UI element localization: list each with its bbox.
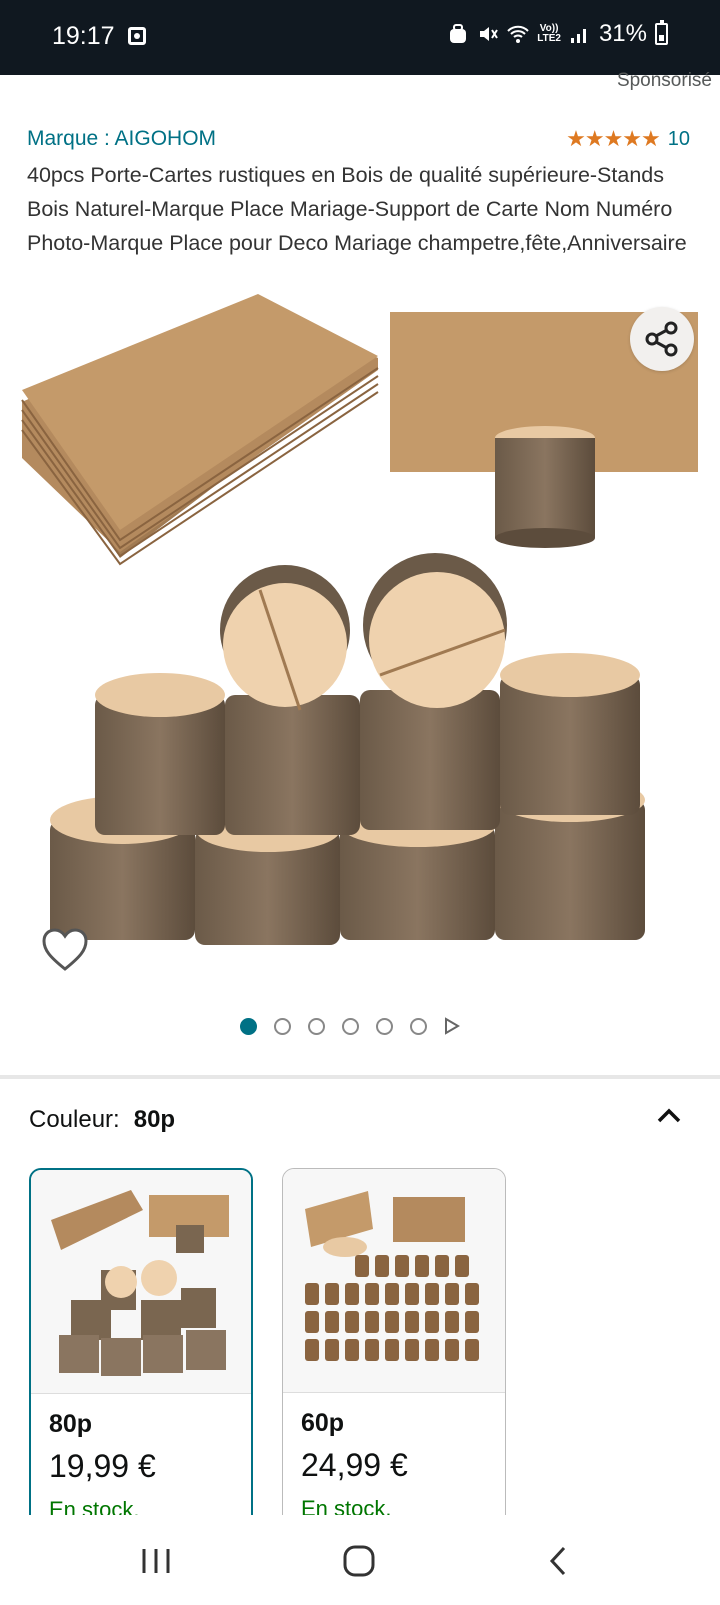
system-nav-bar bbox=[0, 1515, 720, 1605]
recent-apps-icon[interactable] bbox=[136, 1543, 176, 1579]
variant-label-row: Couleur: 80p bbox=[29, 1106, 175, 1134]
carousel-dot[interactable] bbox=[240, 1017, 257, 1035]
alarm-icon bbox=[450, 24, 467, 43]
battery-icon bbox=[655, 20, 668, 45]
variant-price: 19,99 € bbox=[49, 1448, 156, 1484]
image-carousel-dots[interactable] bbox=[240, 1017, 460, 1035]
share-icon bbox=[645, 321, 678, 357]
wifi-icon bbox=[507, 25, 529, 43]
rating[interactable]: ★★★★★ 10 bbox=[566, 126, 690, 152]
brand-link[interactable]: Marque : AIGOHOM bbox=[27, 127, 216, 151]
share-button[interactable] bbox=[630, 307, 694, 371]
chevron-up-icon[interactable] bbox=[655, 1102, 683, 1130]
variant-image bbox=[305, 1191, 479, 1361]
variant-price: 24,99 € bbox=[301, 1447, 408, 1483]
rating-count: 10 bbox=[667, 127, 690, 150]
mute-icon bbox=[480, 27, 499, 41]
carousel-dot[interactable] bbox=[274, 1017, 291, 1035]
carousel-dot[interactable] bbox=[410, 1017, 427, 1035]
volte-indicator: Vo)) LTE2 bbox=[537, 24, 561, 44]
variant-thumbnail bbox=[283, 1169, 505, 1393]
wood-holders bbox=[50, 553, 645, 945]
status-bar: 19:17 Vo)) LTE2 31% bbox=[0, 0, 720, 75]
video-play-icon[interactable] bbox=[444, 1017, 460, 1035]
signal-icon bbox=[570, 29, 586, 43]
back-icon[interactable] bbox=[540, 1543, 580, 1579]
variant-option-60p[interactable]: 60p 24,99 € En stock. bbox=[282, 1168, 506, 1528]
carousel-dot[interactable] bbox=[308, 1017, 325, 1035]
product-image[interactable] bbox=[0, 290, 720, 980]
variant-label: Couleur: bbox=[29, 1106, 120, 1133]
rating-stars-icon: ★★★★★ bbox=[566, 126, 661, 151]
battery-percent: 31% bbox=[598, 20, 647, 47]
variant-name: 60p bbox=[301, 1409, 345, 1437]
home-icon[interactable] bbox=[338, 1543, 378, 1579]
product-title[interactable]: 40pcs Porte-Cartes rustiques en Bois de … bbox=[27, 158, 707, 260]
status-icons: Vo)) LTE2 31% bbox=[447, 20, 668, 48]
wishlist-heart-icon[interactable] bbox=[40, 925, 90, 975]
status-time: 19:17 bbox=[52, 22, 115, 50]
carousel-dot[interactable] bbox=[342, 1017, 359, 1035]
screen-record-icon bbox=[128, 27, 146, 45]
sponsored-label: Sponsorisé bbox=[616, 70, 712, 91]
carousel-dot[interactable] bbox=[376, 1017, 393, 1035]
volte-bottom-label: LTE2 bbox=[537, 33, 561, 44]
variant-thumbnail bbox=[31, 1170, 251, 1394]
variant-name: 80p bbox=[49, 1410, 93, 1438]
variant-option-80p[interactable]: 80p 19,99 € En stock. bbox=[29, 1168, 253, 1528]
card-stack bbox=[21, 294, 379, 566]
variant-selected-value: 80p bbox=[133, 1106, 176, 1133]
section-divider bbox=[0, 1075, 720, 1079]
variant-image bbox=[51, 1190, 229, 1376]
